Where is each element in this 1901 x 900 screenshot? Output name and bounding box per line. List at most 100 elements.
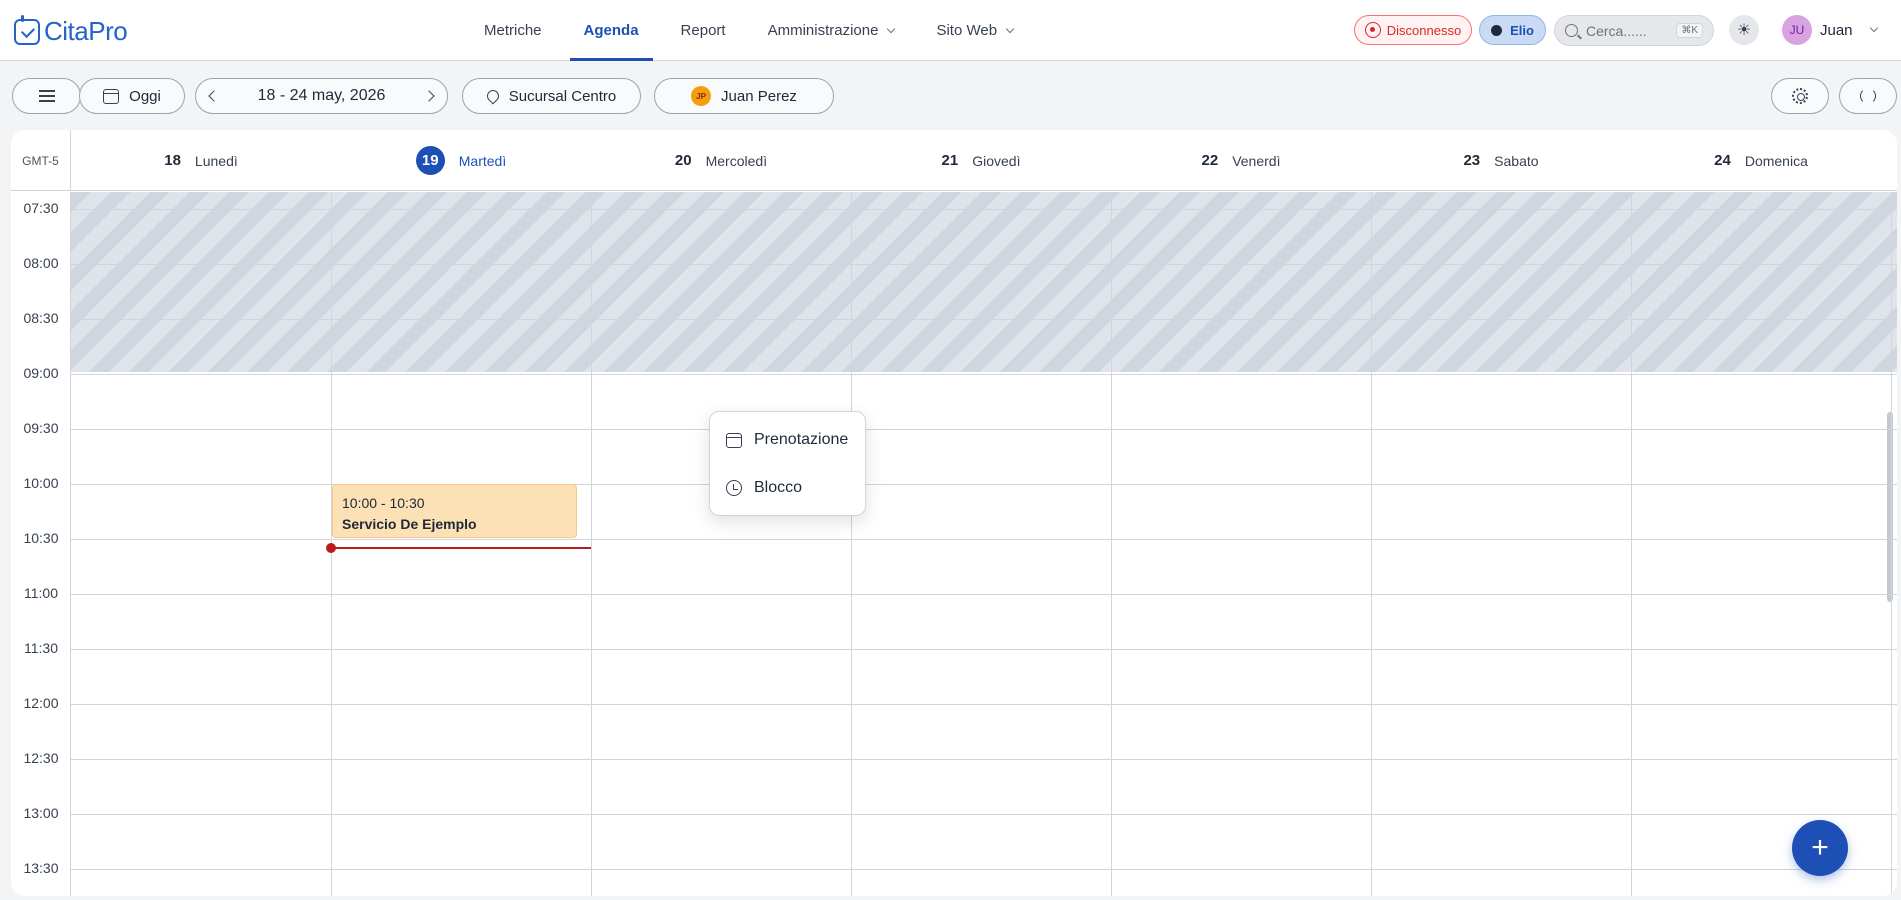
- date-range-navigator: 18 - 24 may, 2026: [195, 78, 448, 114]
- day-number: 23: [1463, 152, 1481, 169]
- nav-item-metriche[interactable]: Metriche: [470, 0, 556, 61]
- whatsapp-status-label: Disconnesso: [1386, 22, 1462, 38]
- calendar-check-icon: [14, 14, 40, 45]
- hour-gridline: [71, 594, 1897, 595]
- day-name: Martedì: [458, 152, 507, 169]
- chevron-down-icon: [1005, 24, 1015, 33]
- day-header-23[interactable]: 23 Sabato: [1371, 130, 1631, 191]
- user-name: Juan: [1820, 21, 1853, 39]
- today-button[interactable]: Oggi: [79, 78, 185, 114]
- whatsapp-icon: [1364, 22, 1381, 38]
- add-appointment-button[interactable]: +: [1792, 820, 1848, 876]
- nav-item-amministrazione[interactable]: Amministrazione: [754, 0, 909, 61]
- day-number: 19: [415, 146, 445, 175]
- chevron-right-icon[interactable]: [423, 90, 435, 102]
- staff-label: Juan Perez: [721, 87, 797, 105]
- clock-icon: [726, 480, 742, 496]
- hour-gridline: [71, 649, 1897, 650]
- app-logo[interactable]: CitaPro: [14, 14, 128, 47]
- main-nav: Metriche Agenda Report Amministrazione S…: [470, 0, 1041, 61]
- time-label: 12:30: [23, 750, 59, 766]
- whatsapp-status-badge[interactable]: Disconnesso: [1354, 15, 1472, 45]
- nav-item-report[interactable]: Report: [667, 0, 740, 61]
- staff-selector[interactable]: JP Juan Perez: [654, 78, 834, 114]
- time-label: 11:30: [24, 640, 58, 656]
- hour-gridline: [71, 319, 1897, 320]
- settings-button[interactable]: [1771, 78, 1829, 114]
- day-name: Sabato: [1494, 152, 1539, 169]
- day-header-21[interactable]: 21 Giovedì: [851, 130, 1111, 191]
- branch-selector[interactable]: Sucursal Centro: [462, 78, 641, 114]
- appointment-card[interactable]: 10:00 - 10:30 Servicio De Ejemplo: [332, 484, 577, 538]
- chevron-left-icon[interactable]: [208, 90, 220, 102]
- time-label: 11:00: [24, 585, 58, 601]
- calendar-icon: [103, 88, 120, 104]
- plus-icon: +: [1811, 831, 1829, 864]
- user-menu[interactable]: JU Juan: [1782, 15, 1878, 45]
- today-label: Oggi: [129, 87, 161, 105]
- day-column-divider: [1891, 192, 1892, 896]
- search-input[interactable]: Cerca...... ⌘K: [1554, 15, 1714, 46]
- map-pin-icon: [484, 87, 502, 105]
- scrollbar[interactable]: [1887, 196, 1893, 896]
- sun-icon: ☀: [1736, 22, 1752, 39]
- hour-gridline: [71, 209, 1897, 210]
- search-shortcut: ⌘K: [1676, 23, 1703, 38]
- day-name: Venerdì: [1232, 152, 1281, 169]
- nav-item-agenda[interactable]: Agenda: [569, 0, 653, 61]
- week-calendar: GMT-5 18 Lunedì 19 Martedì 20 Mercoledì 21 Giov…: [11, 130, 1897, 896]
- hour-gridline: [71, 814, 1897, 815]
- nav-label: Report: [680, 22, 726, 39]
- date-range-label[interactable]: 18 - 24 may, 2026: [258, 87, 386, 105]
- time-label: 12:00: [23, 695, 59, 711]
- search-icon: [1565, 24, 1578, 37]
- gear-icon: [1792, 88, 1808, 104]
- hour-gridline: [71, 264, 1897, 265]
- day-header-18[interactable]: 18 Lunedì: [71, 130, 331, 191]
- time-label: 10:30: [23, 530, 59, 546]
- theme-toggle-button[interactable]: ☀: [1729, 15, 1759, 45]
- assistant-button[interactable]: Elio: [1479, 15, 1546, 45]
- hour-gridline: [71, 759, 1897, 760]
- day-header-22[interactable]: 22 Venerdì: [1111, 130, 1371, 191]
- chevron-down-icon: [1869, 23, 1878, 33]
- day-column-divider: [70, 192, 71, 896]
- top-navbar: CitaPro Metriche Agenda Report Amministr…: [0, 0, 1901, 61]
- avatar: JP: [691, 86, 712, 106]
- day-column-divider: [1111, 192, 1112, 896]
- time-label: 09:30: [23, 420, 59, 436]
- app-name: CitaPro: [44, 16, 128, 46]
- day-name: Domenica: [1744, 152, 1808, 169]
- time-label: 07:30: [23, 200, 59, 216]
- refresh-icon: [1860, 88, 1876, 104]
- day-header-24[interactable]: 24 Domenica: [1631, 130, 1891, 191]
- time-grid[interactable]: 07:30 08:00 08:30 09:00 09:30 10:00 10:30 11:00…: [11, 192, 1897, 896]
- filters-button[interactable]: [12, 78, 81, 114]
- menu-item-prenotazione[interactable]: Prenotazione: [710, 416, 865, 464]
- day-header-19[interactable]: 19 Martedì: [331, 130, 591, 191]
- nav-item-sito-web[interactable]: Sito Web: [922, 0, 1027, 61]
- day-header-20[interactable]: 20 Mercoledì: [591, 130, 851, 191]
- nav-label: Agenda: [583, 22, 639, 39]
- appointment-time: 10:00 - 10:30: [342, 495, 425, 511]
- calendar-header: GMT-5 18 Lunedì 19 Martedì 20 Mercoledì 21 Giov…: [11, 130, 1897, 191]
- hour-gridline: [71, 374, 1897, 375]
- current-time-indicator: [331, 547, 591, 549]
- day-number: 18: [164, 152, 181, 169]
- branch-label: Sucursal Centro: [508, 87, 617, 105]
- refresh-button[interactable]: [1839, 78, 1897, 114]
- time-label: 13:30: [23, 860, 59, 876]
- time-label: 10:00: [23, 475, 59, 491]
- hour-gridline: [71, 429, 1897, 430]
- scrollbar-thumb[interactable]: [1887, 412, 1893, 602]
- day-name: Lunedì: [194, 152, 238, 169]
- day-number: 22: [1201, 152, 1219, 169]
- context-menu: Prenotazione Blocco: [709, 411, 866, 516]
- menu-item-blocco[interactable]: Blocco: [710, 464, 865, 512]
- day-number: 21: [941, 152, 959, 169]
- chevron-down-icon: [887, 24, 896, 33]
- time-label: 09:00: [23, 365, 59, 381]
- time-label: 08:00: [23, 255, 59, 271]
- day-name: Giovedì: [972, 152, 1021, 169]
- time-label: 08:30: [23, 310, 59, 326]
